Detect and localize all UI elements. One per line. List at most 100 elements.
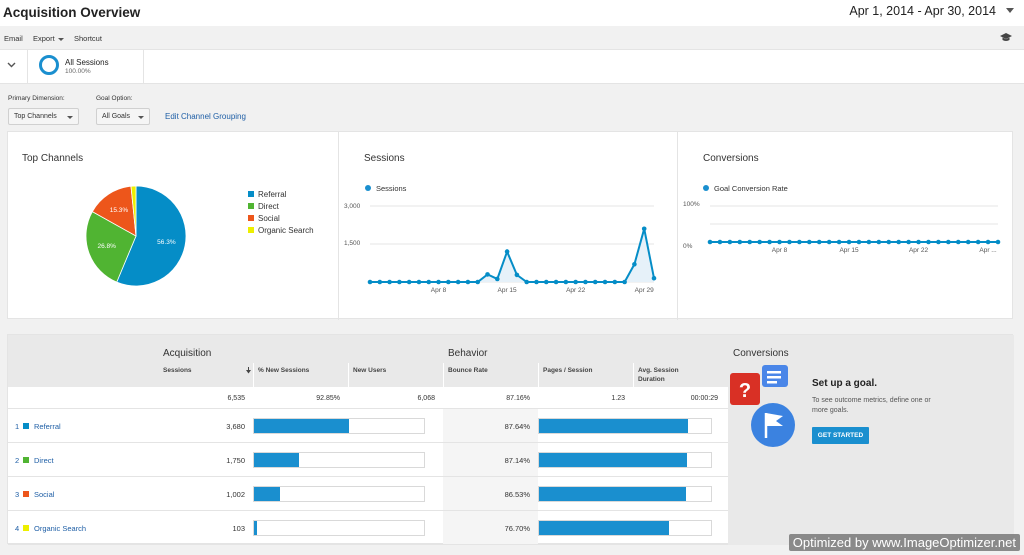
total-bounce-rate: 87.16% <box>506 395 530 402</box>
goal-promo-text: To see outcome metrics, define one or mo… <box>812 397 931 414</box>
row-color-swatch <box>23 491 29 497</box>
data-point <box>797 239 802 245</box>
primary-dimension-value: Top Channels <box>14 113 57 120</box>
edit-channel-grouping-link[interactable]: Edit Channel Grouping <box>165 112 246 121</box>
segment-all-sessions[interactable]: All Sessions 100.00% <box>27 50 144 84</box>
data-point <box>916 239 921 245</box>
col-pages-session[interactable]: Pages / Session <box>543 366 593 375</box>
goal-setup-promo: ? Set up a goal. To see outcome metrics,… <box>728 363 1014 545</box>
data-point <box>563 279 569 285</box>
data-point <box>747 239 753 245</box>
data-point <box>367 279 373 285</box>
primary-dimension-caret-icon <box>67 116 73 119</box>
row-bounce-rate: 87.64% <box>504 422 530 431</box>
shortcut-label: Shortcut <box>74 34 102 43</box>
email-label: Email <box>4 34 23 43</box>
col-bounce-rate[interactable]: Bounce Rate <box>448 366 488 375</box>
legend-label: Social <box>258 214 280 223</box>
sessions-legend-label: Sessions <box>376 184 407 193</box>
data-point <box>406 279 412 285</box>
legend-referral[interactable]: Referral <box>248 190 287 199</box>
date-range-caret-icon[interactable] <box>1006 8 1014 13</box>
sessions-title: Sessions <box>364 153 405 164</box>
table-row: 1 Referral 3,680 87.64% <box>8 409 728 443</box>
data-point <box>946 239 951 245</box>
x-tick-label: Apr 8 <box>772 247 788 254</box>
data-point <box>543 279 549 285</box>
col-avg-session-duration[interactable]: Avg. Session Duration <box>638 366 693 384</box>
data-point <box>592 279 598 285</box>
sessions-bar-fill <box>254 487 280 501</box>
data-point <box>955 239 961 245</box>
top-channels-title: Top Channels <box>22 153 84 164</box>
legend-organic-search[interactable]: Organic Search <box>248 226 314 235</box>
row-sessions: 1,002 <box>226 490 245 499</box>
report-header: Acquisition Overview Apr 1, 2014 - Apr 3… <box>0 0 1024 26</box>
col-new-users[interactable]: New Users <box>353 366 386 375</box>
row-channel-link[interactable]: Referral <box>34 422 61 431</box>
y-tick-label: 100% <box>683 201 700 208</box>
report-toolbar: Email Export Shortcut <box>0 26 1024 50</box>
data-point <box>777 239 782 245</box>
graduation-cap-icon[interactable] <box>1000 33 1012 42</box>
shortcut-button[interactable]: Shortcut <box>74 34 102 43</box>
data-point <box>975 239 981 245</box>
row-bounce-rate: 86.53% <box>504 490 530 499</box>
date-range-picker[interactable]: Apr 1, 2014 - Apr 30, 2014 <box>849 4 996 18</box>
sessions-bar-fill <box>254 521 257 535</box>
data-point <box>866 239 872 245</box>
data-point <box>495 276 500 282</box>
page-title: Acquisition Overview <box>3 5 141 20</box>
data-point <box>787 239 792 245</box>
conversion-rate-line-chart: 100% 0% Apr 8 Apr 15 Apr 22 Apr ... <box>683 201 1001 254</box>
bounce-rate-bar-fill <box>539 487 686 501</box>
data-point <box>995 239 1001 245</box>
legend-direct[interactable]: Direct <box>248 202 279 211</box>
data-point <box>757 239 762 245</box>
data-point <box>641 226 647 232</box>
data-point <box>727 239 733 245</box>
bounce-rate-bar-fill <box>539 453 687 467</box>
data-point <box>856 239 862 245</box>
segment-ring-icon <box>39 55 59 75</box>
data-point <box>926 239 931 245</box>
data-point <box>534 279 539 285</box>
data-point <box>767 239 772 245</box>
top-channels-pie-chart: 56.3% 26.8% 15.3% <box>85 185 187 287</box>
totals-row: 6,535 92.85% 6,068 87.16% 1.23 00:00:29 <box>8 387 728 409</box>
col-sessions[interactable]: Sessions <box>163 366 192 375</box>
legend-label: Direct <box>258 202 279 211</box>
x-tick-label: Apr 15 <box>839 247 859 254</box>
goal-option-select[interactable]: All Goals <box>96 108 150 125</box>
data-point <box>622 279 627 285</box>
table-row: 3 Social 1,002 86.53% <box>8 477 728 511</box>
row-channel-link[interactable]: Social <box>34 490 54 499</box>
data-point <box>602 279 608 285</box>
x-tick-label: Apr 22 <box>566 287 586 294</box>
segment-name: All Sessions <box>65 58 109 67</box>
get-started-button[interactable]: GET STARTED <box>812 427 869 444</box>
goal-promo-title: Set up a goal. <box>812 378 878 389</box>
legend-social[interactable]: Social <box>248 214 280 223</box>
legend-label: Referral <box>258 190 287 199</box>
email-button[interactable]: Email <box>4 34 23 43</box>
data-point <box>826 239 832 245</box>
x-tick-label: Apr 8 <box>431 287 447 294</box>
panel-divider <box>677 132 678 320</box>
row-channel-link[interactable]: Organic Search <box>34 524 86 533</box>
data-point <box>504 249 510 254</box>
pie-data-label: 26.8% <box>97 243 116 250</box>
sessions-bar <box>253 418 425 434</box>
pie-data-label: 15.3% <box>110 207 129 214</box>
bounce-rate-bar <box>538 418 712 434</box>
chevron-down-icon[interactable] <box>7 62 16 68</box>
bounce-rate-bar-fill <box>539 521 669 535</box>
col-new-sessions[interactable]: % New Sessions <box>258 366 309 375</box>
primary-dimension-select[interactable]: Top Channels <box>8 108 79 125</box>
y-tick-label: 3,000 <box>344 203 361 210</box>
sort-desc-icon[interactable] <box>246 367 251 374</box>
row-channel-link[interactable]: Direct <box>34 456 54 465</box>
legend-swatch <box>248 215 254 221</box>
conversion-legend-dot <box>703 185 709 191</box>
export-button[interactable]: Export <box>33 34 64 43</box>
